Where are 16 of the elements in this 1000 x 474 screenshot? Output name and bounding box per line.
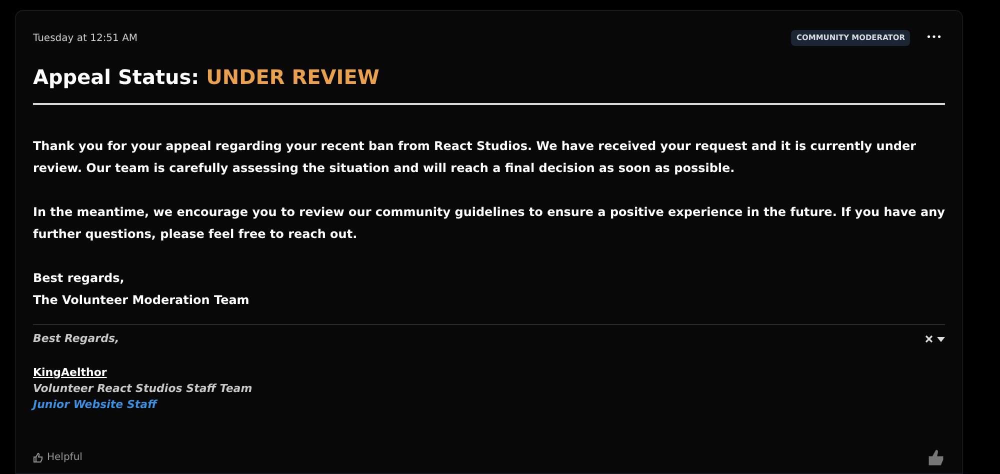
caret-icon[interactable] [937,336,945,342]
thumbs-up-icon [33,452,43,462]
thumbs-up-icon[interactable] [927,448,945,466]
username-link[interactable]: KingAelthor [33,366,107,378]
more-menu-button[interactable]: ••• [926,34,942,42]
post-title: Appeal Status: UNDER REVIEW [33,64,380,91]
timestamp: Tuesday at 12:51 AM [33,32,138,46]
signature-team: Volunteer React Studios Staff Team [33,380,254,396]
close-icon[interactable] [925,335,933,343]
closing-line: The Volunteer Moderation Team [33,292,250,309]
helpful-button[interactable]: Helpful [33,450,82,465]
signature-greeting: Best Regards, [33,331,120,347]
closing-line: Best regards, [33,270,126,287]
signature-role: Junior Website Staff [33,396,159,412]
body-paragraph: Thank you for your appeal regarding your recent ban from React Studios. We have received your request and it is currently under review. Our team is carefully assessing the situation and will reach a final decision as soon as possible. [33,138,918,177]
body-paragraph: In the meantime, we encourage you to review our community guidelines to ensure a positive experience in the future. If you have any further questions, please feel free to reach out. [33,204,945,243]
